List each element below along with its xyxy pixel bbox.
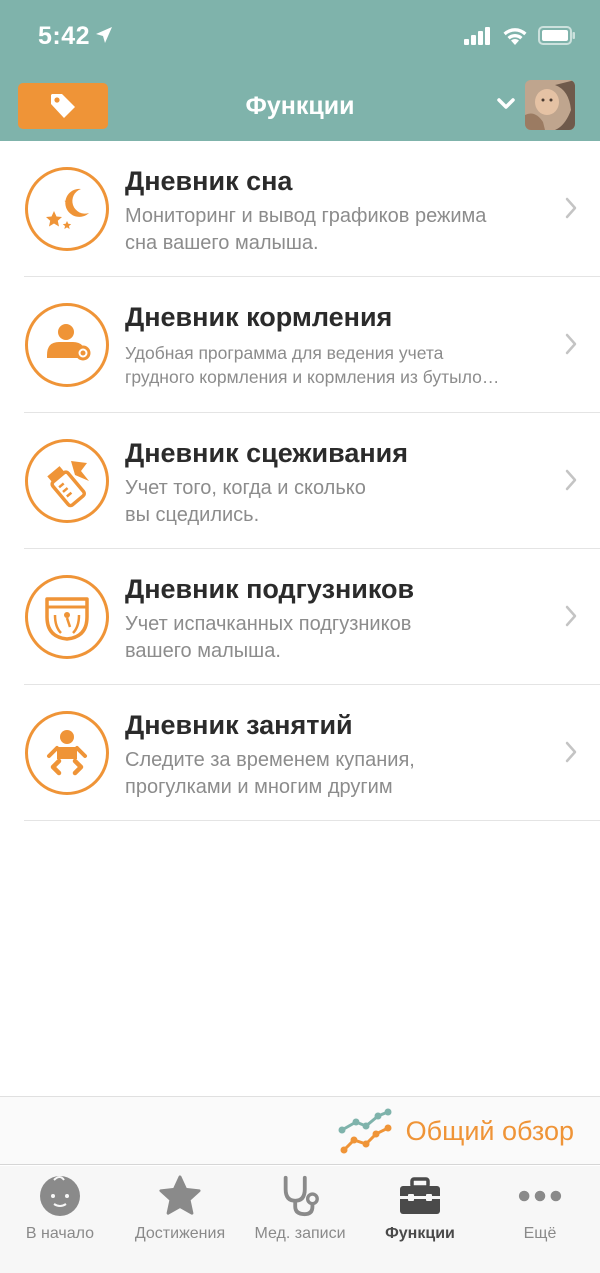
breast-pump-bottle-icon [25, 439, 109, 523]
status-indicators [464, 26, 576, 45]
list-item-pumping-diary[interactable]: Дневник сцеживания Учет того, когда и ск… [0, 413, 600, 549]
tab-home[interactable]: В начало [0, 1166, 120, 1273]
item-title: Дневник подгузников [125, 574, 415, 604]
chevron-right-icon [565, 197, 577, 219]
overview-bar: Общий обзор [0, 1096, 600, 1165]
star-icon [158, 1174, 202, 1218]
features-list: Дневник сна Мониторинг и вывод графиков … [0, 141, 600, 821]
list-item-feeding-diary[interactable]: Дневник кормления Удобная программа для … [0, 277, 600, 413]
chevron-right-icon [565, 333, 577, 355]
tab-features[interactable]: Функции [360, 1166, 480, 1273]
chevron-right-icon [565, 741, 577, 763]
tab-label: В начало [25, 1225, 95, 1242]
features-screen: 5:42 Функции Дневник сна Мониторинг и вы… [0, 0, 600, 1273]
item-description: Мониторинг и вывод графиков режима сна в… [125, 205, 487, 254]
tab-label: Достижения [134, 1225, 226, 1242]
status-time: 5:42 [38, 22, 91, 50]
baby-activity-icon [25, 711, 109, 795]
chevron-down-icon[interactable] [497, 97, 515, 111]
tab-medical-records[interactable]: Мед. записи [240, 1166, 360, 1273]
item-title: Дневник сна [125, 166, 293, 196]
tab-achievements[interactable]: Достижения [120, 1166, 240, 1273]
sleep-moon-stars-icon [25, 167, 109, 251]
navigation-bar: Функции [0, 76, 600, 136]
avatar-photo [525, 80, 575, 130]
overview-button[interactable]: Общий обзор [338, 1105, 574, 1157]
more-dots-icon [518, 1174, 562, 1218]
overview-label: Общий обзор [405, 1115, 574, 1146]
battery-icon [538, 26, 575, 45]
item-title: Дневник сцеживания [125, 438, 409, 468]
baby-face-icon [38, 1174, 82, 1218]
trend-chart-icon [338, 1108, 392, 1154]
header: 5:42 Функции [0, 0, 600, 141]
divider [24, 820, 600, 821]
item-description: Удобная программа для ведения учета груд… [125, 343, 500, 387]
item-title: Дневник кормления [125, 302, 393, 332]
toolbox-icon [398, 1174, 442, 1218]
tab-more[interactable]: Ещё [480, 1166, 600, 1273]
chevron-right-icon [565, 469, 577, 491]
item-description: Следите за временем купания, прогулками … [125, 749, 415, 798]
stethoscope-icon [278, 1174, 322, 1218]
list-item-sleep-diary[interactable]: Дневник сна Мониторинг и вывод графиков … [0, 141, 600, 277]
chevron-right-icon [565, 605, 577, 627]
signal-icon [464, 26, 490, 45]
item-description: Учет испачканных подгузников вашего малы… [125, 613, 412, 662]
wifi-icon [503, 28, 527, 45]
tab-label: Функции [385, 1225, 455, 1242]
diaper-icon [25, 575, 109, 659]
list-item-activity-diary[interactable]: Дневник занятий Следите за временем купа… [0, 685, 600, 821]
tab-label: Ещё [523, 1225, 557, 1242]
status-bar: 5:42 [0, 0, 600, 70]
tab-bar: В начало Достижения Мед. записи Функции … [0, 1166, 600, 1273]
child-avatar[interactable] [525, 80, 575, 130]
location-arrow-icon [96, 27, 112, 43]
list-item-diaper-diary[interactable]: Дневник подгузников Учет испачканных под… [0, 549, 600, 685]
breastfeeding-icon [25, 303, 109, 387]
item-description: Учет того, когда и сколько вы сцедились. [125, 477, 366, 526]
item-title: Дневник занятий [125, 710, 353, 740]
tab-label: Мед. записи [254, 1225, 346, 1242]
